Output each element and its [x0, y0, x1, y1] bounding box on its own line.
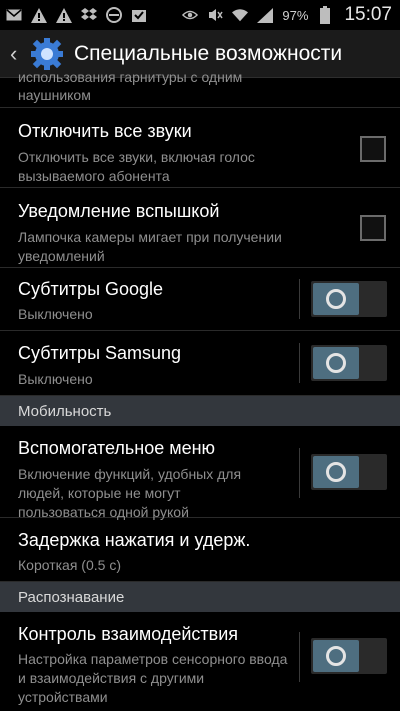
item-subtitle: Отключить все звуки, включая голос вызыв…	[18, 149, 255, 184]
status-bar: 97% 15:07	[0, 0, 400, 30]
warning-icon	[31, 7, 47, 23]
item-subtitle: Выключено	[18, 371, 93, 387]
block-icon	[106, 7, 122, 23]
item-subtitle: Лампочка камеры мигает при получении уве…	[18, 229, 282, 264]
list-item-tap-hold-delay[interactable]: Задержка нажатия и удерж. Короткая (0.5 …	[0, 518, 400, 582]
item-title: Субтитры Samsung	[18, 343, 182, 363]
item-title: Контроль взаимодействия	[18, 624, 239, 644]
partial-line-2: наушником	[18, 87, 91, 103]
mute-all-checkbox[interactable]	[360, 136, 386, 162]
list-item-mute-all[interactable]: Отключить все звуки Отключить все звуки,…	[0, 108, 400, 188]
list-item-partial[interactable]: использования гарнитуры с одним наушнико…	[0, 69, 400, 108]
section-header-recognition: Распознавание	[0, 582, 400, 612]
mute-icon	[207, 7, 224, 23]
settings-list: использования гарнитуры с одним наушнико…	[0, 69, 400, 705]
item-subtitle: Включение функций, удобных для людей, ко…	[18, 466, 242, 520]
toggle-knob	[313, 456, 359, 488]
section-header-mobility: Мобильность	[0, 396, 400, 426]
toggle-knob	[313, 640, 359, 672]
download-done-icon	[131, 7, 147, 23]
status-right-icons: 97% 15:07	[182, 4, 392, 26]
wifi-icon	[232, 7, 249, 23]
assistant-menu-toggle[interactable]	[311, 454, 387, 490]
item-subtitle: Выключено	[18, 306, 93, 322]
list-item-google-subtitles[interactable]: Субтитры Google Выключено	[0, 268, 400, 331]
dropbox-icon	[81, 7, 97, 23]
item-subtitle: Короткая (0.5 с)	[18, 557, 121, 573]
back-chevron-icon[interactable]: ‹	[10, 41, 26, 67]
item-title: Отключить все звуки	[18, 121, 192, 141]
flash-notification-checkbox[interactable]	[360, 215, 386, 241]
toggle-knob	[313, 283, 359, 315]
mail-icon	[6, 7, 22, 23]
toggle-knob	[313, 347, 359, 379]
item-title: Уведомление вспышкой	[18, 201, 220, 221]
alert-icon	[56, 7, 72, 23]
list-item-samsung-subtitles[interactable]: Субтитры Samsung Выключено	[0, 331, 400, 396]
item-title: Вспомогательное меню	[18, 438, 216, 458]
battery-icon	[317, 6, 333, 24]
status-time: 15:07	[344, 4, 392, 25]
list-item-interaction-control[interactable]: Контроль взаимодействия Настройка параме…	[0, 612, 400, 705]
partial-line-1: использования гарнитуры с одним	[18, 69, 243, 85]
divider	[299, 279, 300, 319]
samsung-subtitles-toggle[interactable]	[311, 345, 387, 381]
section-title: Распознавание	[18, 588, 125, 606]
divider	[299, 632, 300, 682]
signal-icon	[257, 7, 274, 23]
item-subtitle: Настройка параметров сенсорного ввода и …	[18, 651, 288, 705]
list-item-flash-notification[interactable]: Уведомление вспышкой Лампочка камеры миг…	[0, 188, 400, 268]
item-title: Субтитры Google	[18, 279, 164, 299]
divider	[299, 448, 300, 498]
google-subtitles-toggle[interactable]	[311, 281, 387, 317]
interaction-control-toggle[interactable]	[311, 638, 387, 674]
battery-percent: 97%	[282, 7, 309, 23]
status-left-icons	[6, 7, 147, 23]
gear-icon[interactable]	[30, 37, 64, 71]
divider	[299, 343, 300, 383]
list-item-assistant-menu[interactable]: Вспомогательное меню Включение функций, …	[0, 426, 400, 520]
eye-icon	[182, 7, 199, 23]
section-title: Мобильность	[18, 402, 112, 420]
page-title: Специальные возможности	[74, 41, 343, 65]
item-title: Задержка нажатия и удерж.	[18, 530, 251, 550]
